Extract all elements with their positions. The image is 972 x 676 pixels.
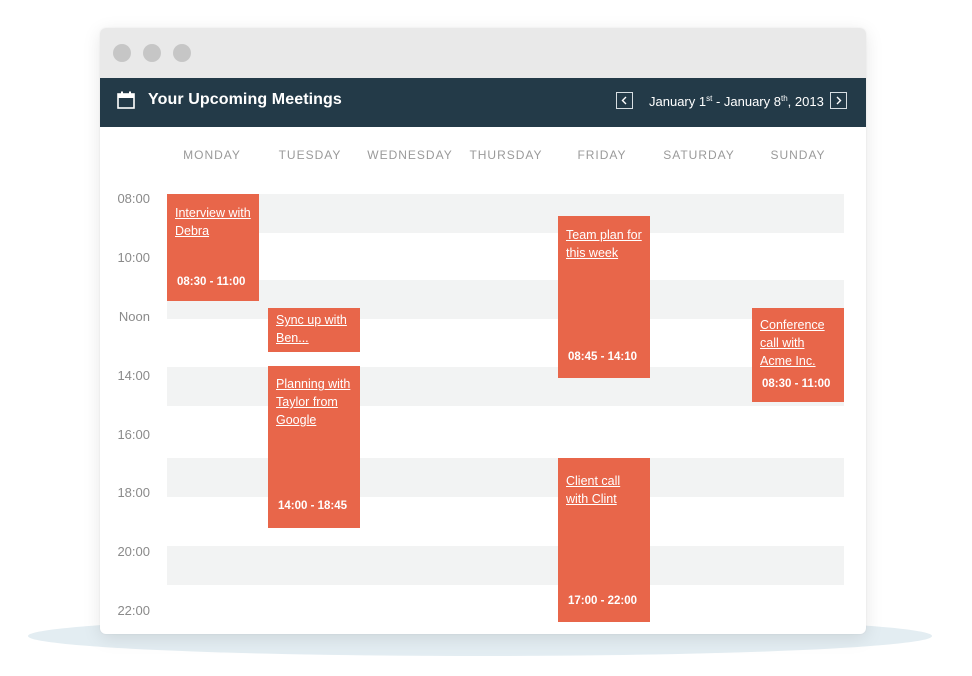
time-label-2000: 20:00 xyxy=(117,544,150,559)
event-conference-call[interactable]: Conference call with Acme Inc. 08:30 - 1… xyxy=(752,308,844,402)
day-header-saturday: SATURDAY xyxy=(663,148,735,162)
calendar-window: Your Upcoming Meetings January 1st - Jan… xyxy=(100,28,866,634)
time-label-1400: 14:00 xyxy=(117,368,150,383)
date-range-end: - January 8 xyxy=(712,94,781,109)
event-title[interactable]: Interview with Debra xyxy=(175,204,251,240)
event-title[interactable]: Team plan for this week xyxy=(566,226,642,262)
day-header-monday: MONDAY xyxy=(183,148,241,162)
event-time: 14:00 - 18:45 xyxy=(278,500,348,512)
event-time: 08:45 - 14:10 xyxy=(568,351,638,363)
day-header-tuesday: TUESDAY xyxy=(278,148,342,162)
day-header-friday: FRIDAY xyxy=(577,148,627,162)
event-title[interactable]: Sync up with Ben... xyxy=(276,311,352,347)
date-range: January 1st - January 8th, 2013 xyxy=(649,94,824,109)
event-title[interactable]: Planning with Taylor from Google xyxy=(276,375,352,429)
event-sync-ben[interactable]: Sync up with Ben... xyxy=(268,308,360,352)
page-title: Your Upcoming Meetings xyxy=(148,91,342,108)
day-header-thursday: THURSDAY xyxy=(469,148,543,162)
time-label-1800: 18:00 xyxy=(117,485,150,500)
date-range-end-suffix: th xyxy=(780,94,788,103)
time-label-1600: 16:00 xyxy=(117,427,150,442)
event-title[interactable]: Conference call with Acme Inc. xyxy=(760,316,836,370)
event-client-call[interactable]: Client call with Clint 17:00 - 22:00 xyxy=(558,458,650,622)
prev-week-button[interactable] xyxy=(616,92,633,109)
grid-band xyxy=(167,546,844,585)
event-title[interactable]: Client call with Clint xyxy=(566,472,642,508)
grid-band xyxy=(167,194,844,233)
window-dot-maximize[interactable] xyxy=(173,44,191,62)
window-dot-minimize[interactable] xyxy=(143,44,161,62)
time-label-0800: 08:00 xyxy=(117,191,150,206)
date-range-start: January 1 xyxy=(649,94,707,109)
window-chrome xyxy=(100,28,866,78)
event-planning-taylor[interactable]: Planning with Taylor from Google 14:00 -… xyxy=(268,366,360,528)
event-time: 08:30 - 11:00 xyxy=(762,378,831,390)
window-dot-close[interactable] xyxy=(113,44,131,62)
event-team-plan[interactable]: Team plan for this week 08:45 - 14:10 xyxy=(558,216,650,378)
next-week-button[interactable] xyxy=(830,92,847,109)
date-range-year: , 2013 xyxy=(787,94,824,109)
event-time: 17:00 - 22:00 xyxy=(568,595,638,607)
calendar-header: Your Upcoming Meetings January 1st - Jan… xyxy=(100,78,866,127)
calendar-icon xyxy=(117,91,135,109)
event-time: 08:30 - 11:00 xyxy=(177,276,246,288)
time-label-2200: 22:00 xyxy=(117,603,150,618)
time-label-noon: Noon xyxy=(118,309,150,324)
chevron-right-icon xyxy=(836,96,842,105)
chevron-left-icon xyxy=(621,96,627,105)
event-interview-debra[interactable]: Interview with Debra 08:30 - 11:00 xyxy=(167,194,259,301)
time-label-1000: 10:00 xyxy=(117,250,150,265)
day-header-wednesday: WEDNESDAY xyxy=(367,148,453,162)
day-header-sunday: SUNDAY xyxy=(770,148,826,162)
